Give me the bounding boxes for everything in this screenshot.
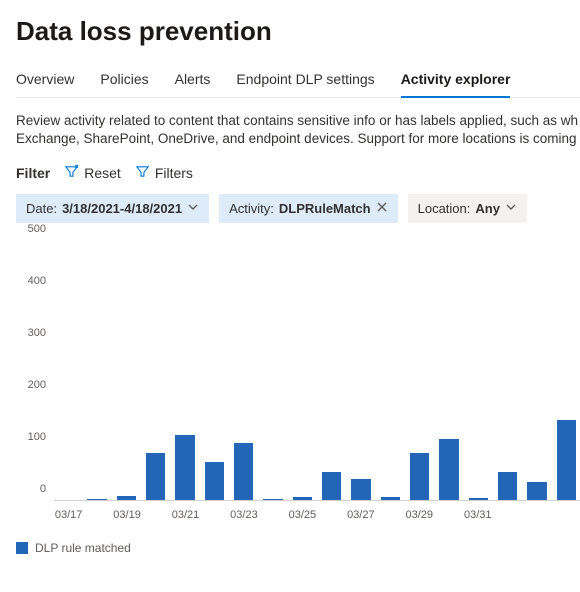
legend-label: DLP rule matched — [35, 541, 131, 555]
chart-bar — [175, 435, 194, 501]
x-tick: 03/21 — [172, 509, 200, 521]
close-icon[interactable] — [376, 201, 388, 216]
x-tick: 03/17 — [55, 509, 83, 521]
chart-bar — [498, 472, 517, 500]
reset-label: Reset — [84, 165, 121, 181]
y-tick: 0 — [40, 483, 46, 495]
pill-value: Any — [475, 201, 500, 216]
y-tick: 500 — [28, 223, 46, 235]
x-tick: 03/29 — [406, 509, 434, 521]
pill-key: Activity: — [229, 201, 274, 216]
chart-bar — [439, 439, 458, 501]
filters-label: Filters — [155, 165, 193, 181]
chart-bar — [351, 479, 370, 501]
chart-bar — [234, 443, 253, 500]
tab-overview[interactable]: Overview — [16, 65, 74, 97]
chart-bar — [527, 482, 546, 500]
chart-bar — [263, 499, 282, 500]
x-tick: 03/31 — [464, 509, 492, 521]
tabs: Overview Policies Alerts Endpoint DLP setti… — [16, 65, 580, 98]
chevron-down-icon — [505, 201, 517, 216]
x-tick: 03/23 — [230, 509, 258, 521]
x-tick: 03/25 — [289, 509, 317, 521]
chart-bar — [410, 453, 429, 501]
tab-endpoint-dlp-settings[interactable]: Endpoint DLP settings — [236, 65, 374, 97]
pill-value: DLPRuleMatch — [279, 201, 371, 216]
chart-bar — [117, 496, 136, 500]
pill-key: Location: — [418, 201, 471, 216]
chevron-down-icon — [187, 201, 199, 216]
chart-bar — [557, 420, 576, 500]
y-tick: 400 — [28, 275, 46, 287]
x-tick: 03/19 — [113, 509, 141, 521]
activity-chart: 0100200300400500 03/1703/1903/2103/2303/… — [16, 241, 580, 531]
chart-bar — [381, 497, 400, 500]
chart-bar — [322, 472, 341, 500]
y-tick: 200 — [28, 379, 46, 391]
y-tick: 300 — [28, 327, 46, 339]
chart-bar — [205, 462, 224, 500]
x-axis: 03/17 03/19 03/21 03/23 03/25 03/27 03/29 03/31 — [54, 503, 580, 531]
filters-button[interactable]: Filters — [135, 164, 193, 182]
filter-pill-location[interactable]: Location: Any — [408, 194, 527, 223]
x-tick: 03/27 — [347, 509, 375, 521]
pill-value: 3/18/2021-4/18/2021 — [62, 201, 182, 216]
chart-bar — [293, 497, 312, 501]
tab-alerts[interactable]: Alerts — [175, 65, 211, 97]
filter-pills: Date: 3/18/2021-4/18/2021 Activity: DLPR… — [16, 194, 580, 223]
chart-bar — [87, 499, 106, 500]
description-text: Review activity related to content that … — [16, 112, 580, 148]
pill-key: Date: — [26, 201, 57, 216]
tab-activity-explorer[interactable]: Activity explorer — [401, 65, 511, 97]
chart-bar — [146, 453, 165, 501]
legend-swatch — [16, 542, 28, 554]
chart-bars — [54, 241, 580, 500]
filter-label: Filter — [16, 165, 50, 181]
filter-bar: Filter Reset Filters — [16, 164, 580, 182]
filter-pill-activity[interactable]: Activity: DLPRuleMatch — [219, 194, 398, 223]
filter-pill-date[interactable]: Date: 3/18/2021-4/18/2021 — [16, 194, 209, 223]
filter-reset-icon — [64, 164, 79, 182]
y-axis: 0100200300400500 — [16, 241, 48, 501]
tab-policies[interactable]: Policies — [100, 65, 148, 97]
page-title: Data loss prevention — [16, 16, 580, 47]
filter-icon — [135, 164, 150, 182]
chart-legend: DLP rule matched — [16, 541, 580, 555]
chart-bar — [469, 498, 488, 500]
plot-area — [54, 241, 580, 501]
y-tick: 100 — [28, 431, 46, 443]
reset-button[interactable]: Reset — [64, 164, 121, 182]
